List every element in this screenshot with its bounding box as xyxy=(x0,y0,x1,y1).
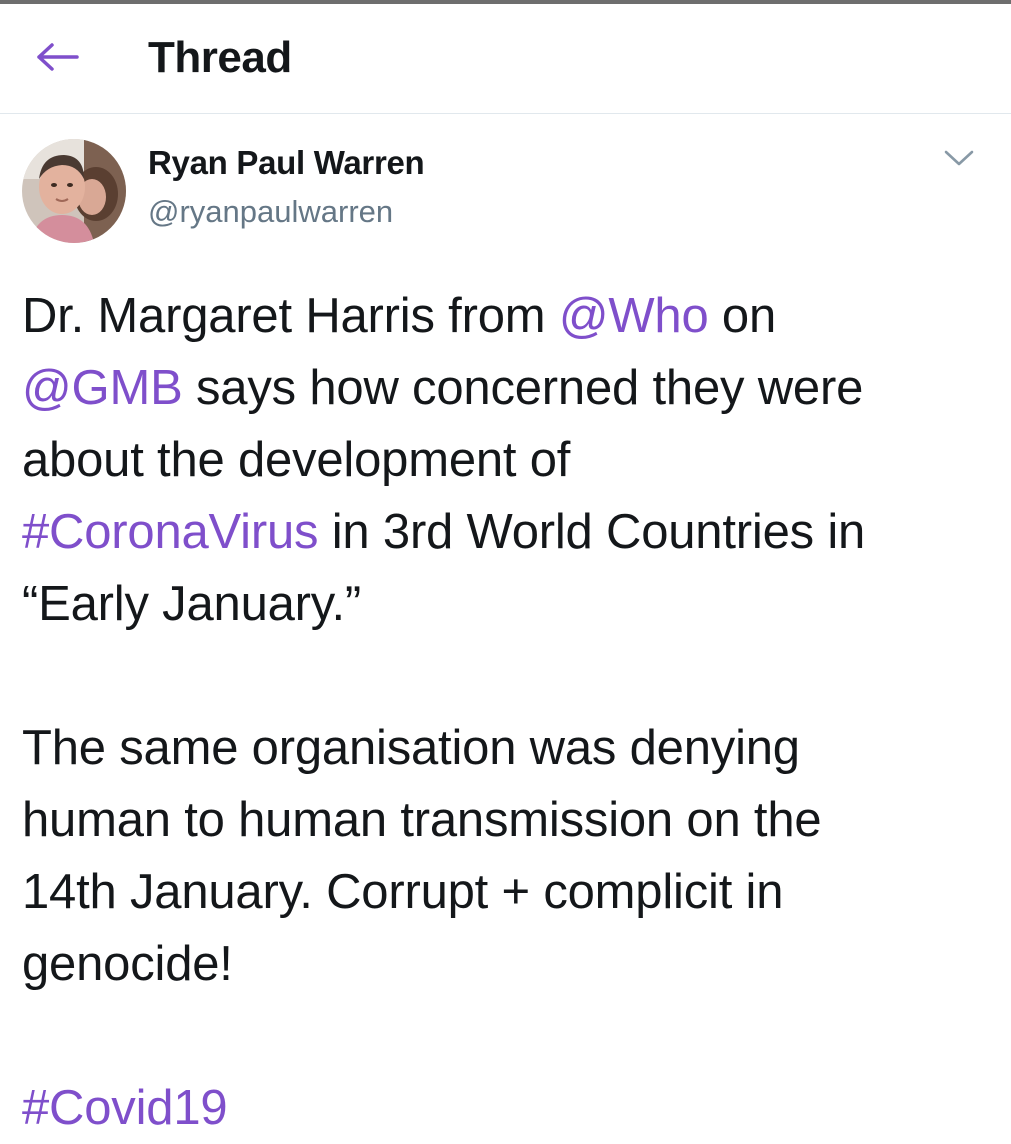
tweet-line: Dr. Margaret Harris from @Who on xyxy=(22,280,1002,352)
hashtag-covid19-link[interactable]: #Covid19 xyxy=(22,1081,228,1135)
text-segment: in 3rd World Countries in xyxy=(318,505,866,559)
tweet-line: about the development of xyxy=(22,424,1002,496)
mention-who-link[interactable]: @Who xyxy=(559,289,709,343)
text-segment: on xyxy=(708,289,777,343)
tweet-line: #Covid19 xyxy=(22,1072,1002,1144)
hashtag-coronavirus-link[interactable]: #CoronaVirus xyxy=(22,505,319,559)
mention-gmb-link[interactable]: @GMB xyxy=(22,361,183,415)
thread-header: Thread xyxy=(0,4,1011,114)
tweet-menu-button[interactable] xyxy=(936,143,982,177)
page-title: Thread xyxy=(148,33,292,82)
author-name[interactable]: Ryan Paul Warren xyxy=(148,143,425,183)
tweet-line: #CoronaVirus in 3rd World Countries in xyxy=(22,496,1002,568)
text-segment: Dr. Margaret Harris from xyxy=(22,289,559,343)
tweet-line: human to human transmission on the xyxy=(22,793,822,847)
tweet-line: genocide! xyxy=(22,937,233,991)
text-segment: says how concerned they were xyxy=(182,361,864,415)
tweet-text: Dr. Margaret Harris from @Who on @GMB sa… xyxy=(22,280,1002,1144)
arrow-left-icon xyxy=(36,42,80,77)
chevron-down-icon xyxy=(944,149,974,172)
tweet-line: @GMB says how concerned they were xyxy=(22,352,1002,424)
tweet-line: 14th January. Corrupt + complicit in xyxy=(22,865,784,919)
tweet-line: “Early January.” xyxy=(22,568,1002,640)
tweet: Ryan Paul Warren @ryanpaulwarren Dr. Mar… xyxy=(0,115,1011,1135)
text-segment: “Early January.” xyxy=(22,577,361,631)
text-segment: about the development of xyxy=(22,433,571,487)
avatar[interactable] xyxy=(22,139,126,243)
tweet-line: The same organisation was denying xyxy=(22,721,800,775)
author-handle[interactable]: @ryanpaulwarren xyxy=(148,192,393,232)
back-button[interactable] xyxy=(28,34,88,84)
